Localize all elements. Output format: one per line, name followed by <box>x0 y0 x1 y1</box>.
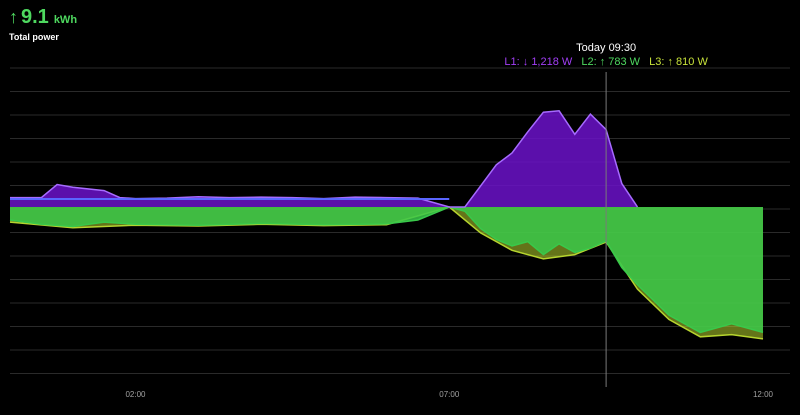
total-power-readout: ↑ 9.1 kWh <box>9 6 77 28</box>
x-tick-label: 02:00 <box>125 390 146 399</box>
x-axis-ticks: 02:00 07:00 12:00 <box>125 390 773 399</box>
series-area-l1 <box>10 110 638 207</box>
x-tick-label: 07:00 <box>439 390 460 399</box>
x-tick-label: 12:00 <box>753 390 774 399</box>
chart-areas <box>9 110 764 340</box>
total-power-label: Total power <box>9 32 59 42</box>
up-arrow-icon: ↑ <box>9 7 18 27</box>
total-power-unit: kWh <box>53 14 78 26</box>
energy-chart[interactable]: 02:00 07:00 12:00 <box>0 0 800 415</box>
total-power-value: 9.1 <box>21 6 49 28</box>
